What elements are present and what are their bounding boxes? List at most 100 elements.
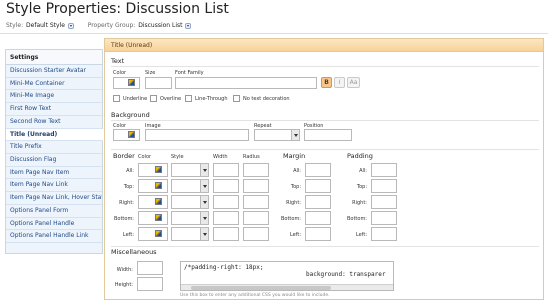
font-family-input[interactable] (175, 77, 317, 89)
margin-all-input[interactable] (305, 163, 331, 177)
text-color-label: Color (113, 70, 127, 76)
padding-bottom-input[interactable] (371, 211, 397, 225)
sidebar-header: Settings (6, 50, 102, 65)
margin-bottom-input[interactable] (305, 211, 331, 225)
border-width-input[interactable] (213, 227, 239, 241)
style-filter-value[interactable]: Default Style (26, 22, 65, 29)
property-panel: Title (Unread) Text Color Size Font Fami… (104, 38, 544, 300)
border-color-input[interactable] (138, 163, 168, 177)
padding-right-input[interactable] (371, 195, 397, 209)
padding-left-input[interactable] (371, 227, 397, 241)
background-image-input[interactable] (145, 129, 249, 141)
extra-css-hint: Use this box to enter any additional CSS… (180, 293, 330, 298)
border-color-input[interactable] (138, 179, 168, 193)
margin-top-input[interactable] (305, 179, 331, 193)
border-color-input[interactable] (138, 195, 168, 209)
margin-left-input[interactable] (305, 227, 331, 241)
padding-all-input[interactable] (371, 163, 397, 177)
chevron-down-icon[interactable] (200, 164, 208, 176)
border-radius-input[interactable] (243, 195, 269, 209)
background-section-divider (111, 120, 539, 121)
sidebar-item-options-panel-form[interactable]: Options Panel Form (6, 205, 102, 218)
sidebar-item-page-nav-link-hover[interactable]: Item Page Nav Link, Hover State (6, 192, 102, 205)
filter-row: Style: Default Style Property Group: Dis… (6, 22, 192, 29)
line-through-checkbox[interactable] (185, 95, 192, 102)
border-style-select[interactable] (171, 163, 209, 177)
sidebar-item-second-row-text[interactable]: Second Row Text (6, 116, 102, 129)
sidebar-item-options-panel-handle[interactable]: Options Panel Handle (6, 218, 102, 231)
underline-checkbox[interactable] (113, 95, 120, 102)
overline-checkbox[interactable] (150, 95, 157, 102)
padding-row-label: All: (359, 168, 367, 174)
misc-section-title: Miscellaneous (111, 248, 157, 256)
border-radius-input[interactable] (243, 211, 269, 225)
border-row-label: Bottom: (113, 216, 134, 222)
background-repeat-select[interactable] (254, 129, 300, 141)
background-position-input[interactable] (304, 129, 352, 141)
border-color-input[interactable] (138, 211, 168, 225)
misc-height-input[interactable] (137, 277, 163, 291)
border-width-input[interactable] (213, 179, 239, 193)
chevron-down-icon[interactable] (291, 130, 299, 140)
border-color-swatch-icon[interactable] (155, 166, 162, 173)
border-color-input[interactable] (138, 227, 168, 241)
misc-height-label: Height: (114, 282, 133, 288)
background-color-swatch-icon[interactable] (128, 131, 135, 138)
sidebar-item-discussion-starter-avatar[interactable]: Discussion Starter Avatar (6, 65, 102, 78)
sidebar-item-first-row-text[interactable]: First Row Text (6, 103, 102, 116)
chevron-down-icon[interactable] (200, 180, 208, 192)
border-style-select[interactable] (171, 211, 209, 225)
style-dropdown-icon[interactable] (67, 22, 74, 29)
property-group-dropdown-icon[interactable] (185, 22, 192, 29)
border-radius-input[interactable] (243, 179, 269, 193)
border-style-select[interactable] (171, 195, 209, 209)
border-width-input[interactable] (213, 195, 239, 209)
border-color-swatch-icon[interactable] (155, 198, 162, 205)
sidebar-item-mini-me-container[interactable]: Mini-Me Container (6, 78, 102, 91)
misc-width-input[interactable] (137, 261, 163, 275)
extra-css-textarea[interactable]: /*padding-right: 18px; background: trans… (180, 261, 394, 291)
line-through-label: Line-Through (195, 96, 228, 102)
bold-button[interactable]: B (321, 77, 332, 88)
sidebar-item-page-nav-link[interactable]: Item Page Nav Link (6, 179, 102, 193)
chevron-down-icon[interactable] (200, 196, 208, 208)
margin-right-input[interactable] (305, 195, 331, 209)
header-divider (0, 33, 548, 34)
text-size-label: Size (145, 70, 156, 76)
sidebar-item-mini-me-image[interactable]: Mini-Me Image (6, 90, 102, 104)
border-width-input[interactable] (213, 211, 239, 225)
background-color-input[interactable] (113, 129, 140, 141)
sidebar-item-title-unread[interactable]: Title (Unread) (6, 128, 103, 142)
misc-section-divider (111, 246, 539, 247)
text-size-input[interactable] (145, 77, 172, 89)
border-row-label: All: (126, 168, 134, 174)
margin-section-title: Margin (283, 152, 306, 160)
no-text-decoration-checkbox[interactable] (233, 95, 240, 102)
small-caps-button[interactable]: Aa (347, 77, 360, 88)
style-filter-label: Style: (6, 22, 24, 29)
chevron-down-icon[interactable] (200, 212, 208, 224)
chevron-down-icon[interactable] (200, 228, 208, 240)
border-style-select[interactable] (171, 179, 209, 193)
sidebar-item-title-prefix[interactable]: Title Prefix (6, 141, 102, 155)
italic-button[interactable]: I (334, 77, 345, 88)
padding-row-label: Bottom: (346, 216, 367, 222)
text-color-input[interactable] (113, 77, 140, 89)
property-group-value[interactable]: Discussion List (138, 22, 182, 29)
border-color-swatch-icon[interactable] (155, 230, 162, 237)
border-radius-input[interactable] (243, 163, 269, 177)
border-style-select[interactable] (171, 227, 209, 241)
border-color-swatch-icon[interactable] (155, 214, 162, 221)
css-horizontal-scrollbar[interactable] (181, 284, 393, 290)
border-color-swatch-icon[interactable] (155, 182, 162, 189)
sidebar-item-options-panel-handle-link[interactable]: Options Panel Handle Link (6, 230, 102, 244)
sidebar-item-discussion-flag[interactable]: Discussion Flag (6, 154, 102, 167)
padding-top-input[interactable] (371, 179, 397, 193)
sidebar-item-page-nav-item[interactable]: Item Page Nav Item (6, 167, 102, 180)
underline-label: Underline (123, 96, 148, 102)
border-radius-input[interactable] (243, 227, 269, 241)
scrollbar-thumb[interactable] (191, 286, 331, 290)
border-width-input[interactable] (213, 163, 239, 177)
text-color-swatch-icon[interactable] (128, 79, 135, 86)
no-text-decoration-label: No text decoration (243, 96, 290, 102)
